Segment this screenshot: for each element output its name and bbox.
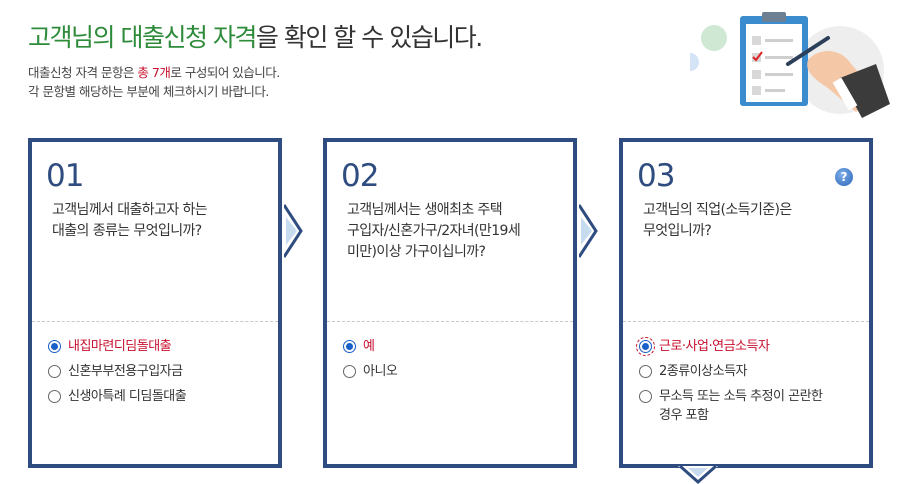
page-title-rest: 을 확인 할 수 있습니다.	[255, 23, 483, 52]
subtitle-text: 대출신청 자격 문항은	[28, 65, 138, 80]
chevron-right-icon	[284, 203, 303, 259]
option-radio[interactable]: 근로·사업·연금소득자	[636, 337, 869, 356]
option-list: 근로·사업·연금소득자 2종류이상소득자 무소득 또는 소득 추정이 곤란한 경우…	[636, 337, 869, 431]
question-card-2: 02 고객님께서는 생애최초 주택 구입자/신혼가구/2자녀(만19세 미만)이…	[323, 138, 577, 468]
question-line: 고객님께서 대출하고자 하는	[52, 202, 208, 218]
question-number: 02	[341, 158, 379, 194]
option-label[interactable]: 신생아특례 디딤돌대출	[68, 387, 187, 406]
radio-icon[interactable]	[639, 365, 652, 378]
option-label[interactable]: 2종류이상소득자	[659, 362, 748, 381]
question-line: 고객님께서는 생애최초 주택	[347, 202, 503, 218]
option-label[interactable]: 신혼부부전용구입자금	[68, 362, 183, 381]
question-card-3: 03 ? 고객님의 직업(소득기준)은 무엇입니까? 근로·사업·연금소득자 2…	[619, 138, 873, 468]
option-list: 예 아니오	[343, 337, 573, 387]
chevron-right-icon	[579, 203, 598, 259]
option-label[interactable]: 근로·사업·연금소득자	[659, 337, 770, 356]
option-list: 내집마련디딤돌대출 신혼부부전용구입자금 신생아특례 디딤돌대출	[48, 337, 278, 412]
page-title: 고객님의 대출신청 자격을 확인 할 수 있습니다.	[28, 18, 483, 54]
question-card-1: 01 고객님께서 대출하고자 하는 대출의 종류는 무엇입니까? 내집마련디딤돌…	[28, 138, 282, 468]
subtitle-count-highlight: 총 7개	[137, 65, 171, 80]
radio-selected-icon[interactable]	[636, 337, 655, 356]
subtitle-text-end: 로 구성되어 있습니다.	[170, 65, 280, 80]
question-number: 01	[46, 158, 84, 194]
radio-icon[interactable]	[639, 390, 652, 403]
help-icon[interactable]: ?	[835, 168, 853, 186]
radio-selected-icon[interactable]	[48, 340, 61, 353]
option-radio[interactable]: 아니오	[343, 362, 573, 381]
option-label[interactable]: 내집마련디딤돌대출	[68, 337, 172, 356]
option-radio[interactable]: 무소득 또는 소득 추정이 곤란한 경우 포함	[639, 387, 869, 425]
question-line: 구입자/신혼가구/2자녀(만19세	[347, 223, 521, 239]
question-number: 03	[637, 158, 675, 194]
question-text: 고객님께서는 생애최초 주택 구입자/신혼가구/2자녀(만19세 미만)이상 가…	[347, 200, 572, 263]
page-title-highlight: 고객님의 대출신청 자격	[28, 23, 257, 52]
radio-icon[interactable]	[343, 365, 356, 378]
option-radio[interactable]: 신생아특례 디딤돌대출	[48, 387, 278, 406]
subtitle-line-2: 각 문항별 해당하는 부분에 체크하시기 바랍니다.	[28, 84, 269, 99]
option-label[interactable]: 아니오	[363, 362, 398, 381]
option-label[interactable]: 무소득 또는 소득 추정이 곤란한 경우 포함	[659, 387, 823, 425]
divider	[32, 321, 278, 322]
option-radio[interactable]: 예	[343, 337, 573, 356]
option-label-line[interactable]: 무소득 또는 소득 추정이 곤란한	[659, 387, 823, 406]
option-radio[interactable]: 2종류이상소득자	[639, 362, 869, 381]
divider	[623, 321, 869, 322]
checklist-clipboard-icon	[690, 12, 890, 118]
chevron-down-icon	[678, 466, 718, 484]
option-label-line[interactable]: 경우 포함	[659, 406, 823, 425]
question-text: 고객님의 직업(소득기준)은 무엇입니까?	[643, 200, 868, 242]
option-label[interactable]: 예	[363, 337, 375, 356]
divider	[327, 321, 573, 322]
question-line: 대출의 종류는 무엇입니까?	[52, 223, 202, 239]
question-text: 고객님께서 대출하고자 하는 대출의 종류는 무엇입니까?	[52, 200, 277, 242]
question-line: 무엇입니까?	[643, 223, 712, 239]
subtitle-line-1: 대출신청 자격 문항은 총 7개로 구성되어 있습니다.	[28, 62, 280, 81]
option-radio[interactable]: 내집마련디딤돌대출	[48, 337, 278, 356]
radio-icon[interactable]	[48, 390, 61, 403]
question-line: 미만)이상 가구이십니까?	[347, 244, 486, 260]
option-radio[interactable]: 신혼부부전용구입자금	[48, 362, 278, 381]
radio-selected-icon[interactable]	[343, 340, 356, 353]
question-line: 고객님의 직업(소득기준)은	[643, 202, 792, 218]
radio-icon[interactable]	[48, 365, 61, 378]
